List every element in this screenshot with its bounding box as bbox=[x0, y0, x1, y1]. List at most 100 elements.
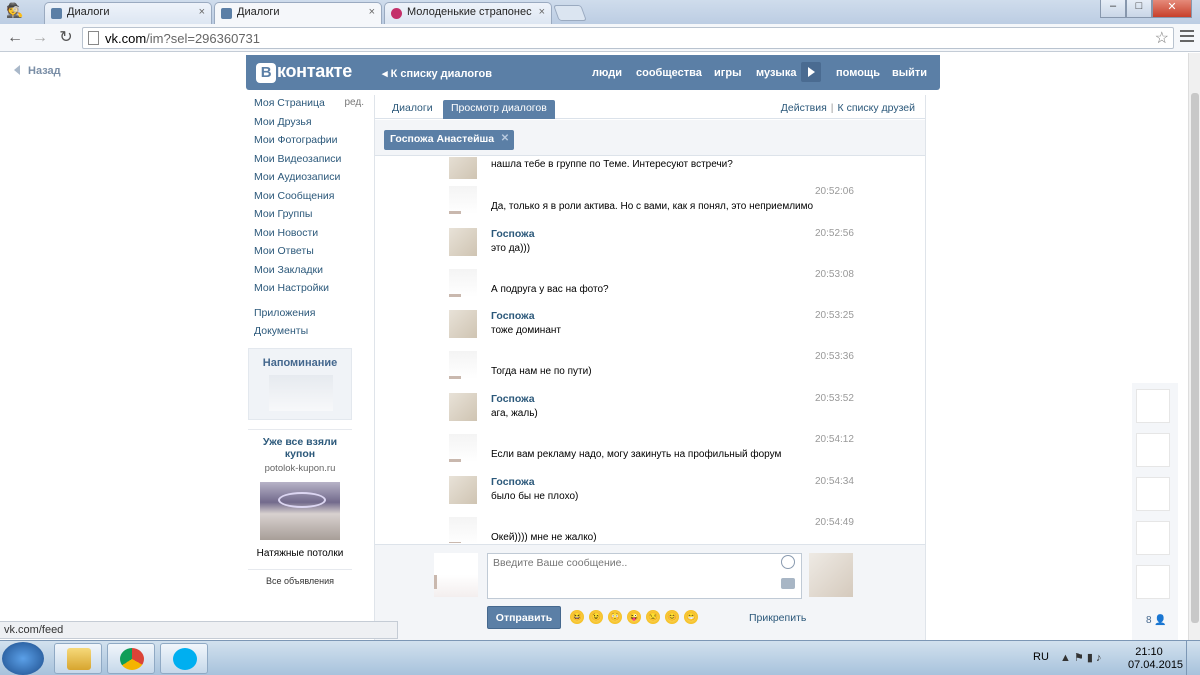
peer-avatar[interactable] bbox=[449, 157, 477, 179]
send-button[interactable]: Отправить bbox=[487, 606, 561, 629]
sidebar-item-audio[interactable]: Мои Аудиозаписи bbox=[254, 171, 370, 190]
message-time[interactable]: 20:53:25 bbox=[815, 310, 854, 321]
emoji-grin-icon[interactable]: 😁 bbox=[684, 610, 698, 624]
message-author[interactable]: Госпожа bbox=[491, 228, 535, 240]
close-window-button[interactable]: ✕ bbox=[1152, 0, 1192, 18]
my-avatar[interactable] bbox=[449, 351, 477, 379]
message-time[interactable]: 20:53:36 bbox=[815, 351, 854, 362]
sidebar-item-news[interactable]: Мои Новости bbox=[254, 227, 370, 246]
header-link-people[interactable]: люди bbox=[592, 67, 622, 79]
sidebar-item-friends[interactable]: Мои Друзья bbox=[254, 116, 370, 135]
reminder-box[interactable]: Напоминание bbox=[248, 348, 352, 420]
friend-avatar[interactable] bbox=[1136, 477, 1170, 511]
sidebar-item-messages[interactable]: Мои Сообщения bbox=[254, 190, 370, 209]
maximize-button[interactable]: □ bbox=[1126, 0, 1152, 18]
attach-link[interactable]: Прикрепить bbox=[749, 612, 806, 624]
emoji-tongue-icon[interactable]: 😜 bbox=[627, 610, 641, 624]
message-author[interactable]: Госпожа bbox=[491, 393, 535, 405]
emoji-blush-icon[interactable]: 😊 bbox=[665, 610, 679, 624]
back-link[interactable]: Назад bbox=[14, 65, 61, 77]
tray-arrow-icon[interactable]: ▲ bbox=[1060, 652, 1071, 664]
message-input[interactable] bbox=[487, 553, 802, 599]
tab-view-dialogs[interactable]: Просмотр диалогов bbox=[443, 100, 555, 119]
tray-flag-icon[interactable]: ⚑ bbox=[1074, 652, 1084, 664]
header-link-communities[interactable]: сообщества bbox=[636, 67, 702, 79]
taskbar-chrome-button[interactable] bbox=[107, 643, 155, 674]
sidebar-item-videos[interactable]: Мои Видеозаписи bbox=[254, 153, 370, 172]
emoji-unamused-icon[interactable]: 😒 bbox=[646, 610, 660, 624]
emoji-wink-icon[interactable]: 😉 bbox=[589, 610, 603, 624]
show-desktop-button[interactable] bbox=[1186, 641, 1200, 675]
message-author[interactable]: Госпожа bbox=[491, 476, 535, 488]
scrollbar-thumb[interactable] bbox=[1191, 93, 1199, 623]
my-avatar[interactable] bbox=[449, 186, 477, 214]
new-tab-button[interactable] bbox=[553, 5, 587, 21]
peer-avatar[interactable] bbox=[449, 393, 477, 421]
reload-icon[interactable]: ↻ bbox=[56, 28, 76, 48]
address-bar[interactable]: vk.com/im?sel=296360731 ☆ bbox=[82, 27, 1174, 49]
sidebar-item-docs[interactable]: Документы bbox=[254, 325, 370, 344]
sidebar-item-bookmarks[interactable]: Мои Закладки bbox=[254, 264, 370, 283]
friend-avatar[interactable] bbox=[1136, 433, 1170, 467]
smile-icon[interactable] bbox=[781, 555, 795, 569]
header-link-games[interactable]: игры bbox=[714, 67, 741, 79]
tab-close-icon[interactable]: × bbox=[199, 6, 205, 18]
message-time[interactable]: 20:53:08 bbox=[815, 269, 854, 280]
peer-avatar[interactable] bbox=[449, 228, 477, 256]
url-text[interactable]: vk.com/im?sel=296360731 bbox=[105, 31, 260, 46]
message-time[interactable]: 20:52:56 bbox=[815, 228, 854, 239]
tab-close-icon[interactable]: × bbox=[539, 6, 545, 18]
sidebar-item-groups[interactable]: Мои Группы bbox=[254, 208, 370, 227]
forward-arrow-icon[interactable]: → bbox=[30, 28, 50, 48]
to-friends-link[interactable]: К списку друзей bbox=[838, 102, 915, 114]
all-ads-link[interactable]: Все объявления bbox=[248, 569, 352, 586]
sidebar-item-settings[interactable]: Мои Настройки bbox=[254, 282, 370, 301]
vk-logo[interactable]: Bконтакте bbox=[256, 61, 352, 83]
message-time[interactable]: 20:54:12 bbox=[815, 434, 854, 445]
minimize-button[interactable]: – bbox=[1100, 0, 1126, 18]
network-icon[interactable]: ▮ bbox=[1087, 652, 1093, 664]
taskbar-clock[interactable]: 21:10 07.04.2015 bbox=[1128, 646, 1183, 672]
peer-avatar[interactable] bbox=[449, 476, 477, 504]
browser-tab-1[interactable]: Диалоги × bbox=[44, 2, 212, 24]
start-button-icon[interactable] bbox=[2, 642, 44, 675]
header-link-help[interactable]: помощь bbox=[836, 67, 880, 79]
taskbar-explorer-button[interactable] bbox=[54, 643, 102, 674]
browser-menu-icon[interactable] bbox=[1180, 30, 1194, 44]
friend-avatar[interactable] bbox=[1136, 565, 1170, 599]
message-time[interactable]: 20:52:06 bbox=[815, 186, 854, 197]
actions-link[interactable]: Действия bbox=[781, 102, 827, 114]
edit-link[interactable]: ред. bbox=[344, 97, 364, 108]
ad-block[interactable]: Уже все взяли купон potolok-kupon.ru Нат… bbox=[248, 429, 352, 586]
header-link-music[interactable]: музыка bbox=[756, 67, 796, 79]
emoji-flushed-icon[interactable]: 😳 bbox=[608, 610, 622, 624]
tab-dialogs[interactable]: Диалоги bbox=[384, 100, 441, 119]
close-icon[interactable]: ✕ bbox=[501, 133, 509, 144]
tab-close-icon[interactable]: × bbox=[369, 6, 375, 18]
language-indicator[interactable]: RU bbox=[1033, 651, 1049, 663]
back-arrow-icon[interactable]: ← bbox=[5, 28, 25, 48]
bookmark-star-icon[interactable]: ☆ bbox=[1155, 28, 1169, 48]
friend-avatar[interactable] bbox=[1136, 521, 1170, 555]
my-avatar[interactable] bbox=[449, 269, 477, 297]
sidebar-item-photos[interactable]: Мои Фотографии bbox=[254, 134, 370, 153]
ad-image[interactable] bbox=[260, 482, 340, 540]
my-avatar[interactable] bbox=[449, 434, 477, 462]
play-icon[interactable] bbox=[801, 62, 821, 82]
my-avatar[interactable] bbox=[449, 517, 477, 543]
sidebar-item-answers[interactable]: Мои Ответы bbox=[254, 245, 370, 264]
page-scrollbar[interactable] bbox=[1188, 53, 1200, 640]
browser-tab-2[interactable]: Диалоги × bbox=[214, 2, 382, 24]
peer-chip[interactable]: Госпожа Анастейша ✕ bbox=[384, 130, 515, 150]
volume-icon[interactable]: ♪ bbox=[1096, 652, 1102, 664]
sidebar-item-my-page[interactable]: Моя Страница ред. bbox=[254, 97, 370, 116]
taskbar-skype-button[interactable] bbox=[160, 643, 208, 674]
browser-tab-3[interactable]: Молоденькие страпонес × bbox=[384, 2, 552, 24]
friends-count[interactable]: 8 👤 bbox=[1146, 615, 1167, 626]
message-author[interactable]: Госпожа bbox=[491, 310, 535, 322]
sidebar-item-apps[interactable]: Приложения bbox=[254, 307, 370, 326]
tray-icons[interactable]: ▲ ⚑ ▮ ♪ bbox=[1060, 651, 1102, 664]
camera-icon[interactable] bbox=[781, 578, 795, 589]
peer-avatar[interactable] bbox=[449, 310, 477, 338]
emoji-laugh-icon[interactable]: 😆 bbox=[570, 610, 584, 624]
